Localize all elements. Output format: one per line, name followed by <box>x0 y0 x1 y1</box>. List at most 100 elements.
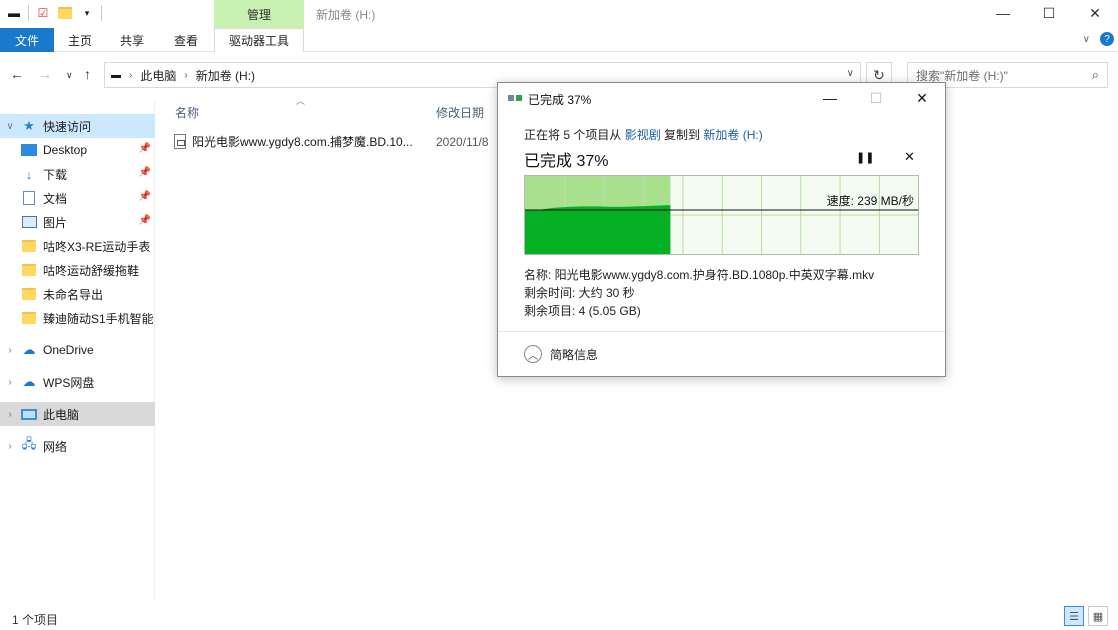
sidebar-item-wps-drive[interactable]: › ☁ WPS网盘 <box>0 370 155 394</box>
breadcrumb-drive[interactable]: 新加卷 (H:) <box>196 67 255 84</box>
pin-icon[interactable]: 📌 <box>139 143 151 154</box>
drive-icon[interactable]: ▬ <box>6 5 22 21</box>
forward-arrow-icon[interactable]: → <box>38 66 52 82</box>
drive-icon: ▬ <box>111 69 121 81</box>
up-arrow-icon[interactable]: ↑ <box>84 66 91 82</box>
folder-icon <box>20 238 38 254</box>
sidebar-item-label: 未命名导出 <box>43 287 104 302</box>
sidebar-item-pictures[interactable]: 图片 📌 <box>0 210 155 234</box>
sidebar-item-label: 此电脑 <box>43 407 80 422</box>
desktop-icon <box>20 142 38 158</box>
tab-share[interactable]: 共享 <box>110 28 154 52</box>
help-icon[interactable]: ? <box>1100 32 1114 46</box>
dialog-window-controls: — ☐ ✕ <box>807 83 945 113</box>
sidebar-item-quick-access[interactable]: ∨ ★ 快速访问 <box>0 114 155 138</box>
tab-home[interactable]: 主页 <box>58 28 102 52</box>
breadcrumb-this-pc[interactable]: 此电脑 <box>140 67 176 84</box>
search-icon[interactable]: ⌕ <box>1092 67 1099 83</box>
pin-icon[interactable]: 📌 <box>139 167 151 178</box>
destination-link[interactable]: 新加卷 (H:) <box>703 128 762 142</box>
pause-icon[interactable]: ❚❚ <box>856 151 874 164</box>
file-name: 阳光电影www.ygdy8.com.捕梦魔.BD.10... <box>192 134 413 149</box>
large-icons-view-icon[interactable]: ▦ <box>1088 606 1108 626</box>
sidebar-item-label: Desktop <box>43 143 88 157</box>
sidebar-item-label: 咕咚X3-RE运动手表 <box>43 239 151 254</box>
column-header-modified[interactable]: 修改日期 <box>436 100 484 124</box>
expand-chevron-icon[interactable]: › <box>0 377 20 388</box>
sidebar-item-folder[interactable]: 咕咚运动舒缓拖鞋 <box>0 258 155 282</box>
dialog-minimize-button[interactable]: — <box>807 83 853 113</box>
details-view-icon[interactable]: ☰ <box>1064 606 1084 626</box>
sidebar-item-downloads[interactable]: ↓ 下载 📌 <box>0 162 155 186</box>
maximize-button[interactable]: ☐ <box>1026 0 1072 26</box>
search-placeholder: 搜索"新加卷 (H:)" <box>916 68 1008 83</box>
progress-percent: 已完成 37% <box>524 153 609 170</box>
status-item-count: 1 个项目 <box>12 613 59 627</box>
dialog-title: 已完成 37% <box>528 93 592 107</box>
star-icon: ★ <box>23 118 35 133</box>
address-dropdown-icon[interactable]: ∨ <box>847 68 854 79</box>
tab-file[interactable]: 文件 <box>0 28 54 52</box>
customize-toolbar-icon[interactable]: ▾ <box>79 5 95 21</box>
sidebar-item-label: WPS网盘 <box>43 375 95 390</box>
recent-locations-icon[interactable]: ∨ <box>66 70 73 81</box>
window-controls: — ☐ ✕ <box>980 0 1118 26</box>
sidebar-item-label: 网络 <box>43 439 68 454</box>
pin-icon[interactable]: 📌 <box>139 191 151 202</box>
sidebar-item-label: 文档 <box>43 191 68 206</box>
pin-icon[interactable]: 📌 <box>139 215 151 226</box>
folder-icon <box>20 286 38 302</box>
sidebar-item-this-pc[interactable]: › 此电脑 <box>0 402 155 426</box>
sidebar-item-onedrive[interactable]: › ☁ OneDrive <box>0 338 155 362</box>
sidebar-item-label: 图片 <box>43 215 68 230</box>
time-remaining: 剩余时间: 大约 30 秒 <box>524 286 635 300</box>
divider <box>28 5 29 21</box>
new-folder-icon[interactable] <box>57 5 73 21</box>
dialog-close-button[interactable]: ✕ <box>899 83 945 113</box>
tab-view[interactable]: 查看 <box>164 28 208 52</box>
transfer-details: 名称: 阳光电影www.ygdy8.com.护身符.BD.1080p.中英双字幕… <box>524 266 874 320</box>
sidebar-item-folder[interactable]: 臻迪随动S1手机智能 <box>0 306 155 330</box>
breadcrumb-chevron-icon[interactable]: › <box>129 70 132 81</box>
sidebar-item-label: 咕咚运动舒缓拖鞋 <box>43 263 140 278</box>
sidebar-item-network[interactable]: › 🖧 网络 <box>0 434 155 458</box>
less-details-button[interactable]: ︿ 简略信息 <box>524 345 598 363</box>
download-icon: ↓ <box>25 166 33 182</box>
sidebar-item-folder[interactable]: 未命名导出 <box>0 282 155 306</box>
computer-icon <box>20 406 38 422</box>
quick-access-toolbar: ▬ ☑ ▾ <box>6 5 102 21</box>
speed-area <box>525 205 671 254</box>
minimize-button[interactable]: — <box>980 0 1026 26</box>
close-button[interactable]: ✕ <box>1072 0 1118 26</box>
dialog-title-bar: 已完成 37% — ☐ ✕ <box>498 83 945 113</box>
collapse-chevron-icon[interactable]: ∨ <box>0 121 20 132</box>
speed-readout: 速度: 239 MB/秒 <box>826 194 914 208</box>
speed-chart <box>525 176 918 254</box>
breadcrumb-chevron-icon[interactable]: › <box>184 70 187 81</box>
expand-chevron-icon[interactable]: › <box>0 409 20 420</box>
current-file-name: 名称: 阳光电影www.ygdy8.com.护身符.BD.1080p.中英双字幕… <box>524 268 875 282</box>
expand-ribbon-icon[interactable]: ∨ <box>1083 34 1090 45</box>
network-icon: 🖧 <box>21 436 37 451</box>
sidebar-item-desktop[interactable]: Desktop 📌 <box>0 138 155 162</box>
sidebar-item-folder[interactable]: 咕咚X3-RE运动手表 <box>0 234 155 258</box>
items-remaining: 剩余项目: 4 (5.05 GB) <box>524 304 641 318</box>
expand-chevron-icon[interactable]: › <box>0 345 20 356</box>
folder-icon <box>20 310 38 326</box>
view-toggle: ☰ ▦ <box>1064 606 1108 626</box>
stop-icon[interactable]: ✕ <box>904 149 915 165</box>
copy-mid: 复制到 <box>664 128 701 142</box>
expand-chevron-icon[interactable]: › <box>0 441 20 452</box>
tab-manage[interactable]: 管理 <box>214 0 304 28</box>
sidebar-item-documents[interactable]: 文档 📌 <box>0 186 155 210</box>
source-link[interactable]: 影视剧 <box>625 128 661 142</box>
copy-progress-dialog: 已完成 37% — ☐ ✕ 正在将 5 个项目从 影视剧 复制到 新加卷 (H:… <box>497 82 946 377</box>
navigation-pane: ∨ ★ 快速访问 Desktop 📌 ↓ 下载 📌 文档 📌 图片 📌 咕咚X3… <box>0 100 155 600</box>
properties-icon[interactable]: ☑ <box>35 5 51 21</box>
tab-drive-tools[interactable]: 驱动器工具 <box>214 28 304 52</box>
column-header-name[interactable]: 名称 <box>175 100 199 124</box>
back-arrow-icon[interactable]: ← <box>10 66 24 82</box>
copy-description: 正在将 5 个项目从 影视剧 复制到 新加卷 (H:) <box>524 126 763 143</box>
title-bar: ▬ ☑ ▾ 管理 新加卷 (H:) — ☐ ✕ <box>0 0 1118 28</box>
file-row[interactable]: 阳光电影www.ygdy8.com.捕梦魔.BD.10... <box>174 130 413 152</box>
